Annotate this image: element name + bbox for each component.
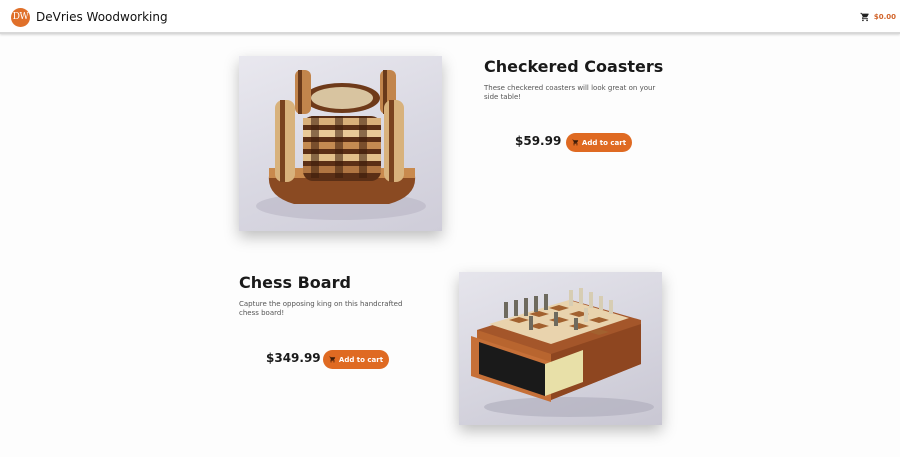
product-description: Capture the opposing king on this handcr… [239, 300, 403, 317]
chess-board-photo [459, 272, 662, 425]
product-price: $59.99 [515, 134, 562, 148]
product-price: $349.99 [266, 351, 321, 365]
product-title[interactable]: Chess Board [239, 273, 351, 293]
cart-icon [329, 356, 336, 363]
add-to-cart-label: Add to cart [338, 355, 384, 364]
add-to-cart-label: Add to cart [581, 138, 627, 147]
brand-name[interactable]: DeVries Woodworking [36, 9, 168, 25]
cart-total: $0.00 [873, 13, 896, 21]
product-description: These checkered coasters will look great… [484, 84, 656, 101]
cart-icon [572, 139, 579, 146]
coaster-set-photo [239, 56, 442, 231]
product-title[interactable]: Checkered Coasters [484, 57, 663, 77]
cart-button[interactable]: $0.00 [860, 10, 896, 24]
add-to-cart-button[interactable]: Add to cart [323, 350, 389, 369]
brand-logo[interactable]: DW [11, 8, 30, 27]
site-header: DW DeVries Woodworking $0.00 [0, 0, 900, 34]
shopping-cart-icon[interactable] [860, 12, 870, 22]
add-to-cart-button[interactable]: Add to cart [566, 133, 632, 152]
